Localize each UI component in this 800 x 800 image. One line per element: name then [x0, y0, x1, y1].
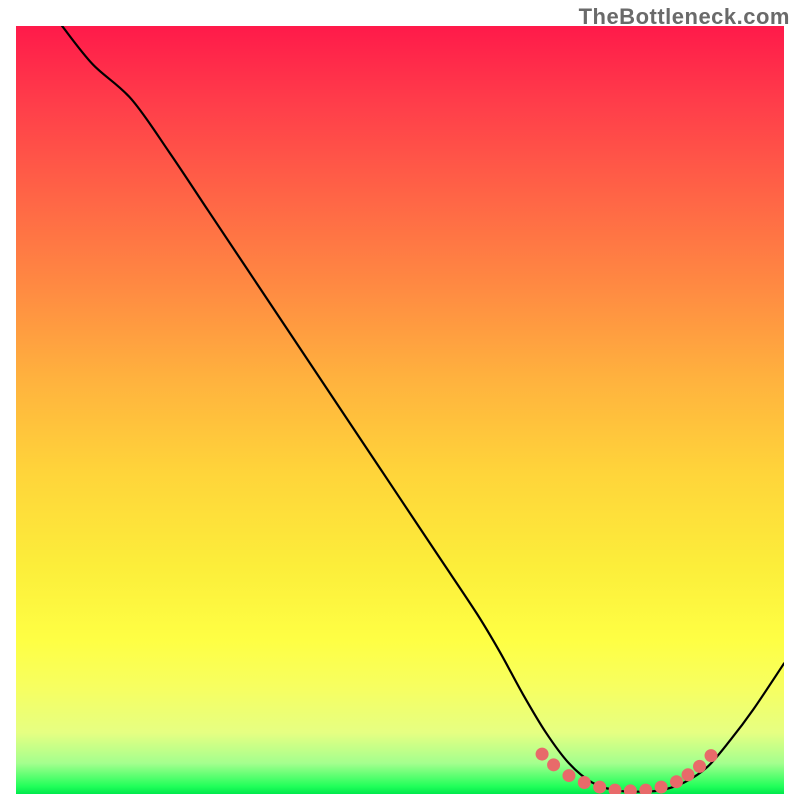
watermark-text: TheBottleneck.com	[579, 4, 790, 30]
optimal-dot	[624, 784, 637, 794]
optimal-dot	[670, 775, 683, 788]
optimal-dot	[593, 781, 606, 794]
optimal-dot	[547, 758, 560, 771]
optimal-dot	[562, 769, 575, 782]
optimal-dot	[682, 768, 695, 781]
optimal-dot	[536, 748, 549, 761]
optimal-dot	[578, 776, 591, 789]
plot-area	[16, 26, 784, 794]
chart-svg	[16, 26, 784, 794]
optimal-dot	[693, 760, 706, 773]
bottleneck-curve-line	[62, 26, 784, 792]
optimal-dot	[609, 784, 622, 794]
optimal-dot	[655, 781, 668, 794]
optimal-dot	[705, 749, 718, 762]
optimal-dot	[639, 784, 652, 794]
